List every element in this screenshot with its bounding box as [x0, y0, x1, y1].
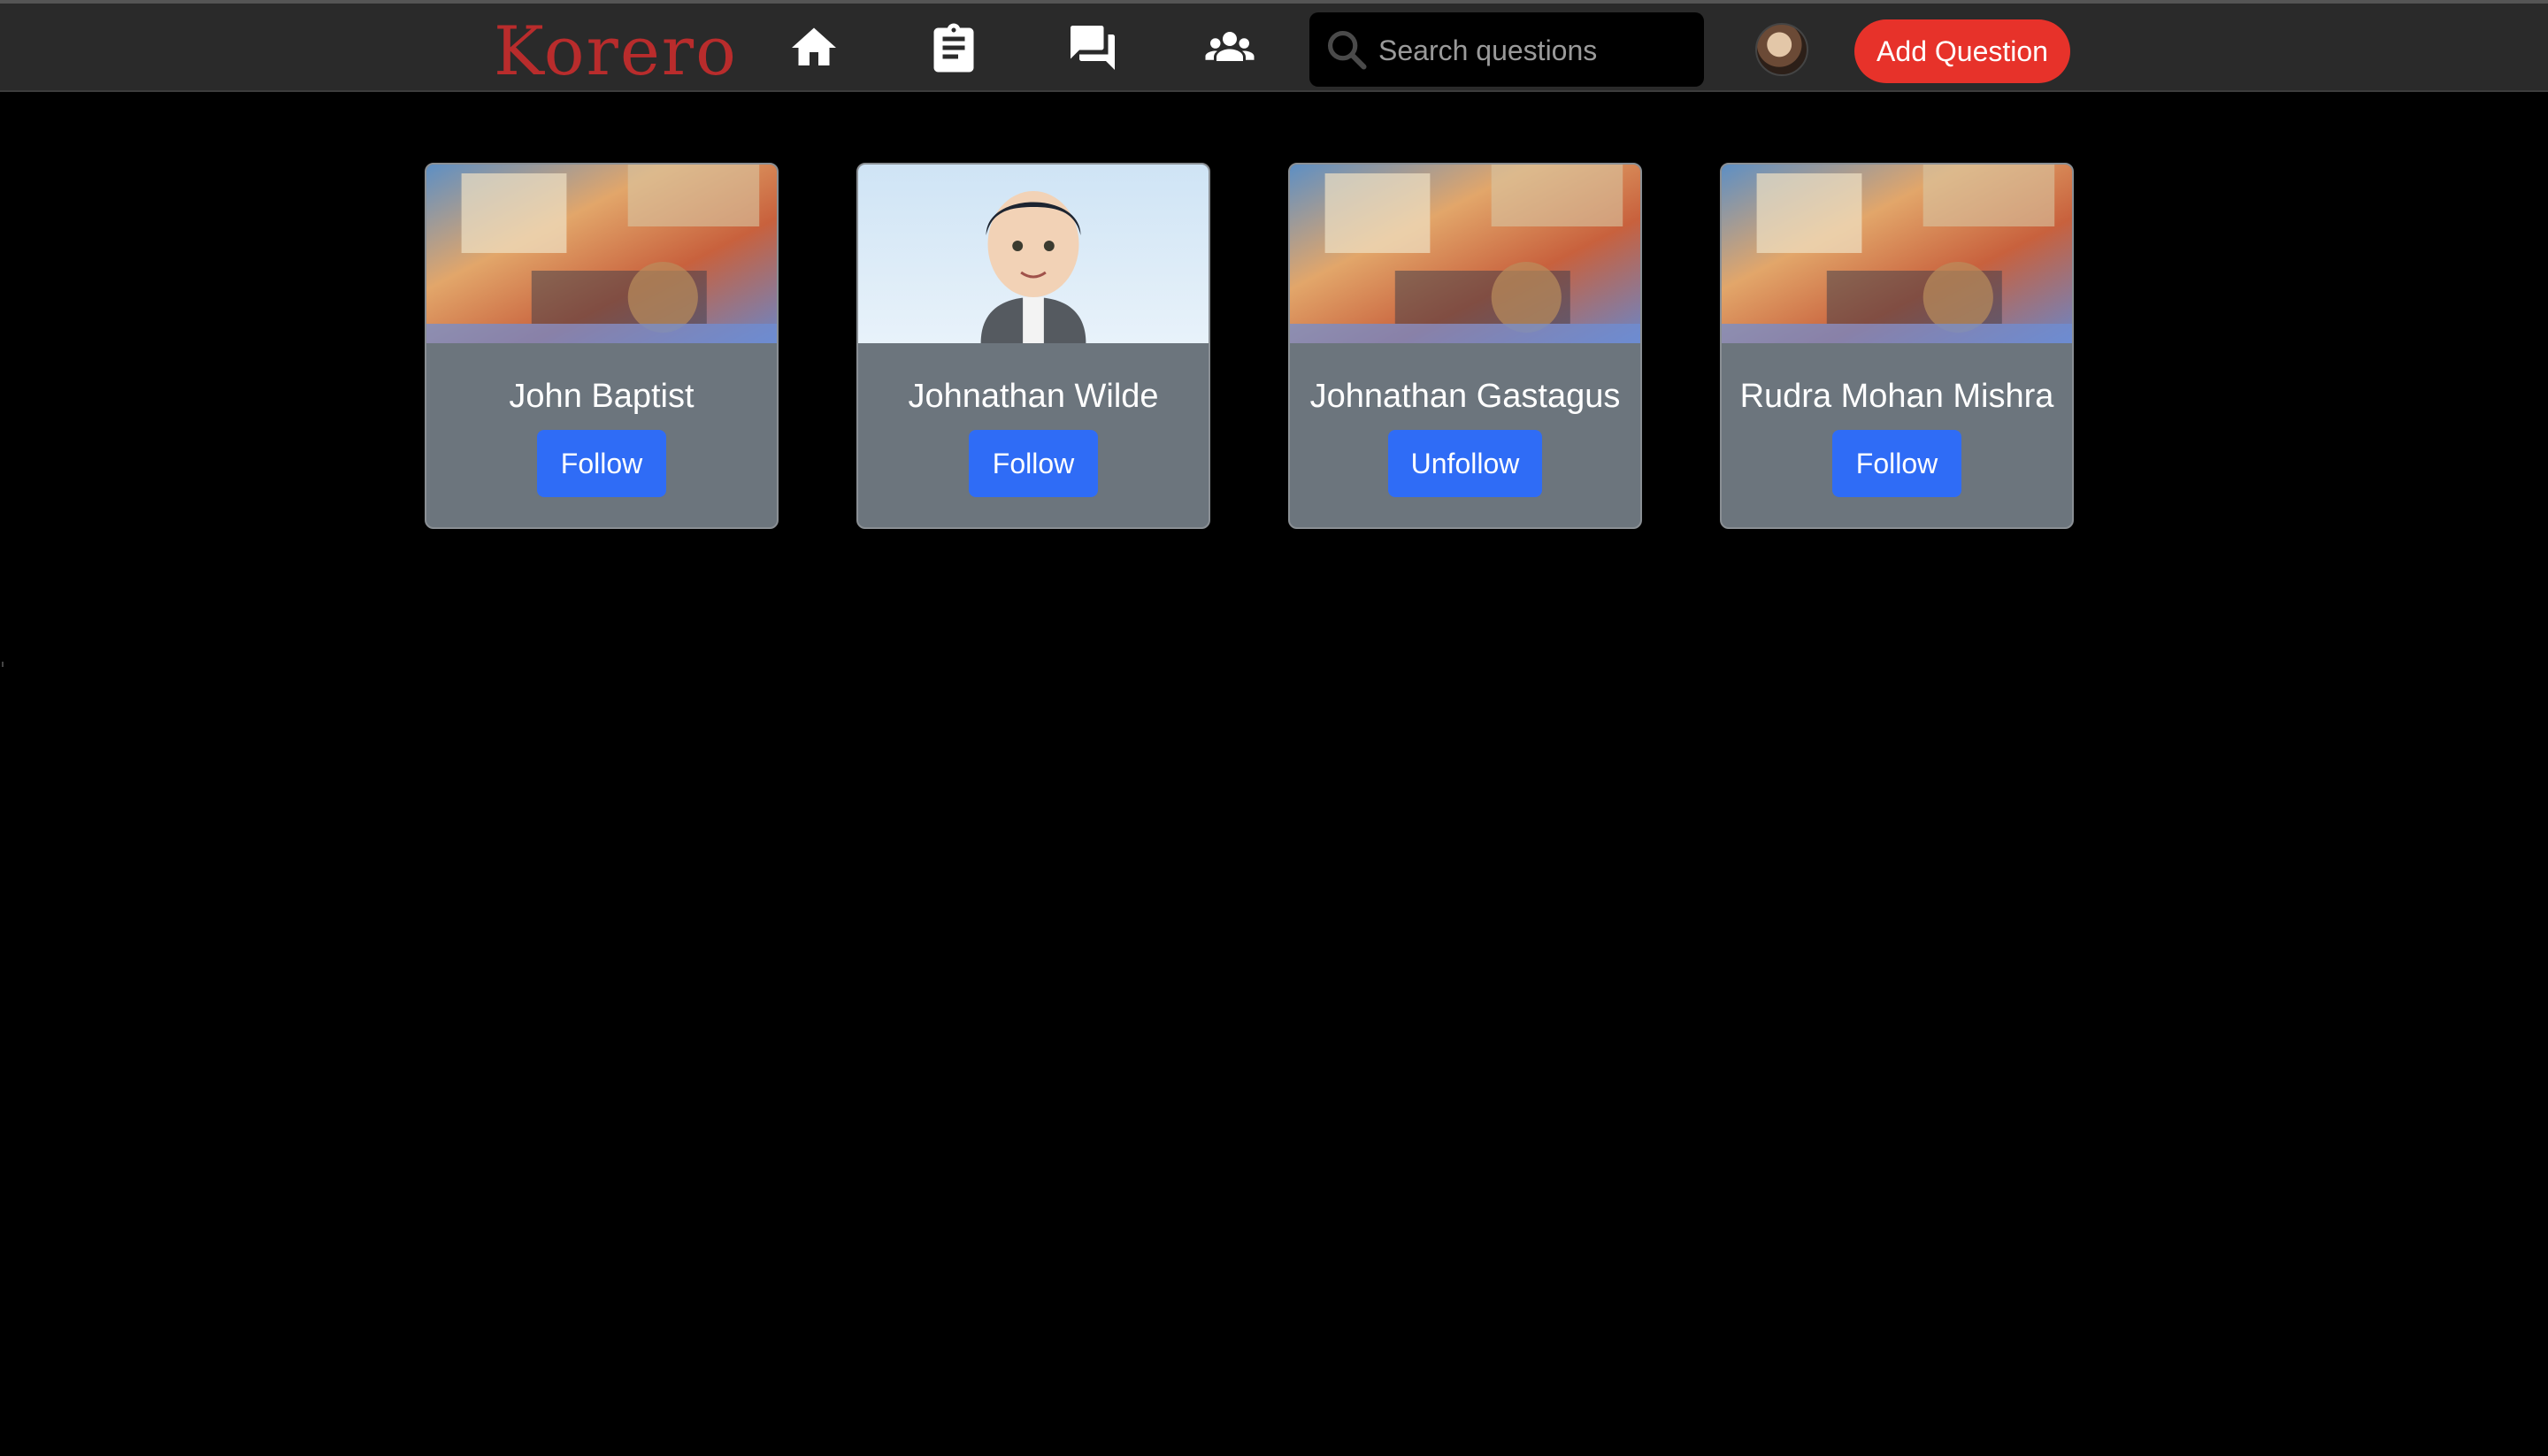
user-card: Johnathan Wilde Follow	[856, 163, 1210, 529]
user-card: John Baptist Follow	[425, 163, 779, 529]
cover-image	[1290, 165, 1640, 343]
add-question-button[interactable]: Add Question	[1854, 19, 2070, 83]
home-icon[interactable]	[786, 19, 842, 76]
user-name: Johnathan Gastagus	[1309, 378, 1621, 415]
unfollow-button[interactable]: Unfollow	[1387, 430, 1543, 497]
avatar[interactable]	[1755, 23, 1808, 76]
user-name: John Baptist	[509, 378, 695, 415]
user-card: Johnathan Gastagus Unfollow	[1288, 163, 1642, 529]
search-icon	[1327, 30, 1367, 70]
people-icon[interactable]	[1201, 19, 1258, 76]
follow-button[interactable]: Follow	[1832, 430, 1961, 497]
cover-image	[426, 165, 777, 343]
stray-mark	[2, 662, 4, 667]
search-box	[1309, 12, 1704, 87]
user-name: Rudra Mohan Mishra	[1739, 378, 2054, 415]
user-name: Johnathan Wilde	[908, 378, 1159, 415]
top-navbar: Korero Add Question	[0, 0, 2548, 92]
logo[interactable]: Korero	[494, 9, 738, 94]
search-input[interactable]	[1377, 19, 1690, 81]
follow-button[interactable]: Follow	[537, 430, 666, 497]
cover-image	[858, 165, 1209, 343]
clipboard-icon[interactable]	[925, 19, 982, 76]
user-card: Rudra Mohan Mishra Follow	[1720, 163, 2074, 529]
chat-icon[interactable]	[1064, 19, 1121, 76]
cover-image	[1722, 165, 2072, 343]
follow-button[interactable]: Follow	[969, 430, 1098, 497]
